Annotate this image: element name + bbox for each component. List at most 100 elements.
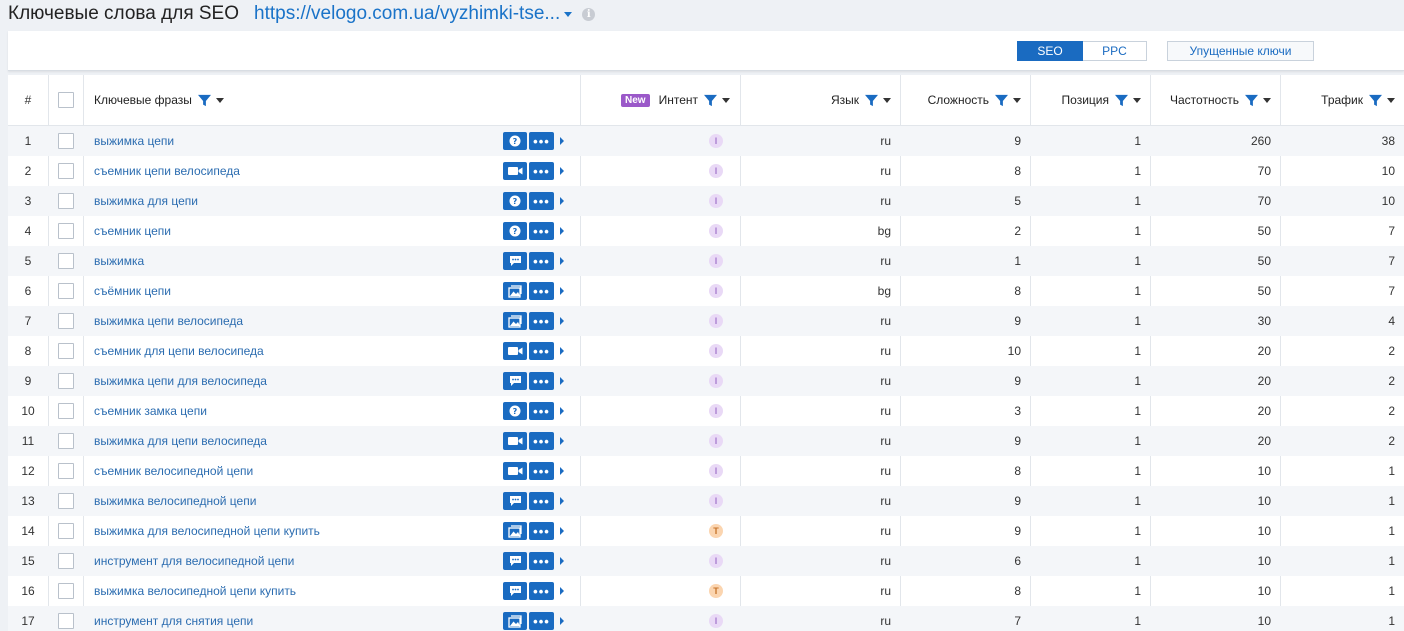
keyword-link[interactable]: съемник цепи: [94, 224, 171, 238]
info-icon[interactable]: i: [582, 7, 596, 21]
video-icon[interactable]: [503, 342, 527, 360]
row-checkbox[interactable]: [57, 133, 74, 149]
more-actions-button[interactable]: •••: [529, 282, 554, 300]
filter-icon[interactable]: [704, 94, 717, 107]
expand-arrow-icon[interactable]: [560, 227, 564, 235]
expand-arrow-icon[interactable]: [560, 347, 564, 355]
row-checkbox[interactable]: [57, 343, 74, 359]
more-actions-button[interactable]: •••: [529, 372, 554, 390]
expand-arrow-icon[interactable]: [560, 377, 564, 385]
question-icon[interactable]: ?: [503, 192, 527, 210]
filter-icon[interactable]: [1115, 94, 1128, 107]
keyword-link[interactable]: выжимка цепи велосипеда: [94, 314, 243, 328]
row-checkbox[interactable]: [57, 613, 74, 629]
more-actions-button[interactable]: •••: [529, 162, 554, 180]
more-actions-button[interactable]: •••: [529, 192, 554, 210]
sort-caret-icon[interactable]: [1263, 97, 1271, 103]
row-checkbox[interactable]: [57, 193, 74, 209]
row-checkbox[interactable]: [57, 493, 74, 509]
row-checkbox[interactable]: [57, 313, 74, 329]
expand-arrow-icon[interactable]: [560, 137, 564, 145]
expand-arrow-icon[interactable]: [560, 557, 564, 565]
expand-arrow-icon[interactable]: [560, 317, 564, 325]
seo-tab[interactable]: SEO: [1017, 41, 1083, 61]
expand-arrow-icon[interactable]: [560, 617, 564, 625]
keyword-link[interactable]: съемник замка цепи: [94, 404, 207, 418]
row-checkbox[interactable]: [57, 253, 74, 269]
keyword-link[interactable]: инструмент для велосипедной цепи: [94, 554, 294, 568]
expand-arrow-icon[interactable]: [560, 527, 564, 535]
sort-caret-icon[interactable]: [883, 97, 891, 103]
keyword-link[interactable]: выжимка велосипедной цепи купить: [94, 584, 296, 598]
expand-arrow-icon[interactable]: [560, 467, 564, 475]
expand-arrow-icon[interactable]: [560, 167, 564, 175]
expand-arrow-icon[interactable]: [560, 437, 564, 445]
expand-arrow-icon[interactable]: [560, 497, 564, 505]
expand-arrow-icon[interactable]: [560, 287, 564, 295]
review-icon[interactable]: [503, 252, 527, 270]
row-checkbox[interactable]: [57, 373, 74, 389]
keyword-link[interactable]: выжимка цепи: [94, 134, 174, 148]
sort-caret-icon[interactable]: [722, 97, 730, 103]
video-icon[interactable]: [503, 432, 527, 450]
keyword-link[interactable]: съемник цепи велосипеда: [94, 164, 240, 178]
keyword-link[interactable]: выжимка для велосипедной цепи купить: [94, 524, 320, 538]
more-actions-button[interactable]: •••: [529, 252, 554, 270]
more-actions-button[interactable]: •••: [529, 462, 554, 480]
video-icon[interactable]: [503, 462, 527, 480]
image-icon[interactable]: [503, 282, 527, 300]
review-icon[interactable]: [503, 552, 527, 570]
filter-icon[interactable]: [1369, 94, 1382, 107]
keyword-link[interactable]: выжимка для цепи велосипеда: [94, 434, 267, 448]
sort-caret-icon[interactable]: [215, 97, 224, 103]
select-all-checkbox[interactable]: [57, 92, 74, 108]
review-icon[interactable]: [503, 582, 527, 600]
col-keywords-header[interactable]: Ключевые фразы: [94, 75, 574, 125]
review-icon[interactable]: [503, 372, 527, 390]
col-intent-header[interactable]: New Интент: [580, 75, 730, 125]
filter-icon[interactable]: [197, 94, 211, 107]
col-language-header[interactable]: Язык: [740, 75, 891, 125]
row-checkbox[interactable]: [57, 283, 74, 299]
chevron-down-icon[interactable]: [564, 11, 573, 17]
filter-icon[interactable]: [995, 94, 1008, 107]
col-frequency-header[interactable]: Частотность: [1150, 75, 1271, 125]
keyword-link[interactable]: выжимка цепи для велосипеда: [94, 374, 267, 388]
more-actions-button[interactable]: •••: [529, 342, 554, 360]
sort-caret-icon[interactable]: [1133, 97, 1141, 103]
expand-arrow-icon[interactable]: [560, 197, 564, 205]
more-actions-button[interactable]: •••: [529, 432, 554, 450]
col-position-header[interactable]: Позиция: [1030, 75, 1141, 125]
col-difficulty-header[interactable]: Сложность: [900, 75, 1021, 125]
more-actions-button[interactable]: •••: [529, 492, 554, 510]
question-icon[interactable]: ?: [503, 402, 527, 420]
question-icon[interactable]: ?: [503, 222, 527, 240]
image-icon[interactable]: [503, 522, 527, 540]
keyword-link[interactable]: выжимка для цепи: [94, 194, 198, 208]
missed-keywords-button[interactable]: Упущенные ключи: [1167, 41, 1314, 61]
review-icon[interactable]: [503, 492, 527, 510]
filter-icon[interactable]: [865, 94, 878, 107]
domain-url-link[interactable]: https://velogo.com.ua/vyzhimki-tse...: [254, 3, 560, 25]
more-actions-button[interactable]: •••: [529, 402, 554, 420]
expand-arrow-icon[interactable]: [560, 257, 564, 265]
row-checkbox[interactable]: [57, 223, 74, 239]
more-actions-button[interactable]: •••: [529, 132, 554, 150]
keyword-link[interactable]: съёмник цепи: [94, 284, 171, 298]
expand-arrow-icon[interactable]: [560, 407, 564, 415]
more-actions-button[interactable]: •••: [529, 522, 554, 540]
more-actions-button[interactable]: •••: [529, 552, 554, 570]
ppc-tab[interactable]: PPC: [1083, 41, 1147, 61]
keyword-link[interactable]: выжимка: [94, 254, 144, 268]
row-checkbox[interactable]: [57, 403, 74, 419]
more-actions-button[interactable]: •••: [529, 222, 554, 240]
keyword-link[interactable]: инструмент для снятия цепи: [94, 614, 253, 628]
image-icon[interactable]: [503, 312, 527, 330]
keyword-link[interactable]: съемник велосипедной цепи: [94, 464, 253, 478]
question-icon[interactable]: ?: [503, 132, 527, 150]
row-checkbox[interactable]: [57, 463, 74, 479]
row-checkbox[interactable]: [57, 433, 74, 449]
image-icon[interactable]: [503, 612, 527, 630]
video-icon[interactable]: [503, 162, 527, 180]
col-traffic-header[interactable]: Трафик: [1280, 75, 1395, 125]
